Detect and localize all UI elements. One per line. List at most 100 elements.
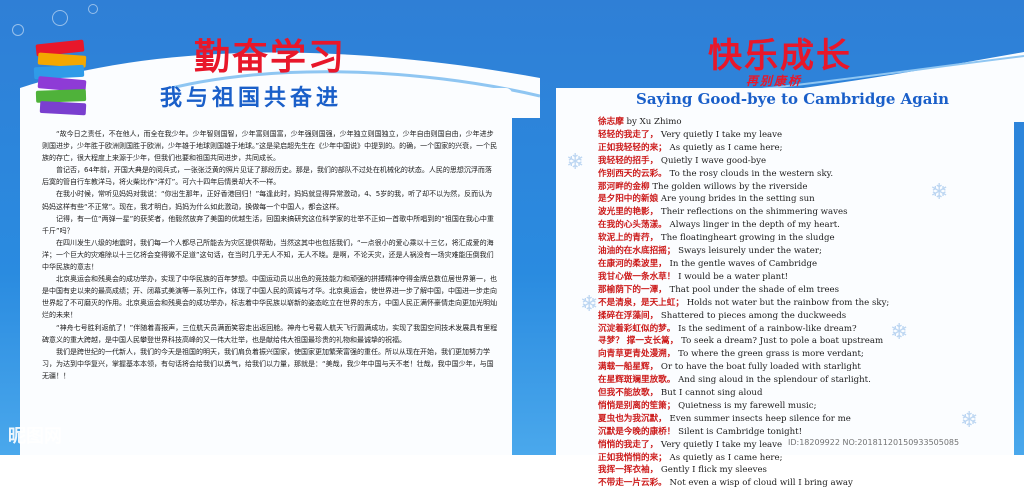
poem-line-en: Sways leisurely under the water; — [678, 246, 822, 257]
poem-line: 沉淀着彩虹似的梦。 Is the sediment of a rainbow-l… — [598, 323, 998, 336]
poem-line: 在星辉斑斓里放歌。 And sing aloud in the splendou… — [598, 374, 998, 387]
article-paragraph: “神舟七号胜利返航了！”伴随着喜报声，三位航天员满面笑容走出返回舱。神舟七号载人… — [42, 323, 498, 344]
poem-line-en: Silent is Cambridge tonight! — [678, 426, 803, 437]
poem-line: 揉碎在浮藻间， Shattered to pieces among the du… — [598, 310, 998, 323]
article-paragraph: 在四川发生八级的地震时，我们每一个人都尽己所能去为灾区提供帮助，当然这其中也包括… — [42, 238, 494, 272]
poem-line-en: Are young brides in the setting sun — [660, 194, 815, 205]
poem-line: 但我不能放歌， But I cannot sing aloud — [598, 387, 998, 400]
poem-line-cn: 我甘心做一条水草！ — [598, 271, 676, 282]
poem-line-en: Gently I flick my sleeves — [660, 465, 767, 476]
left-subtitle: 我与祖国共奋进 — [160, 85, 343, 111]
poem-line-en: Quietly I wave good-bye — [660, 155, 767, 166]
poem-line-cn: 满载一船星辉， — [598, 362, 659, 373]
poem-line: 波光里的艳影， Their reflections on the shimmer… — [598, 206, 998, 219]
poem-line: 是夕阳中的新娘 Are young brides in the setting … — [598, 193, 998, 206]
poem-line-en: Their reflections on the shimmering wave… — [660, 207, 848, 218]
poem-line-en: Always linger in the depth of my heart. — [669, 220, 840, 231]
poem-line: 满载一船星辉， Or to have the boat fully loaded… — [598, 361, 998, 374]
article-paragraph: 北京奥运会和残奥会的成功举办，实现了中华民族的百年梦想。中国运动员以出色的竞技能… — [42, 275, 497, 320]
poem-line: 我挥一挥衣袖， Gently I flick my sleeves — [598, 464, 998, 477]
poem-line: 油油的在水底招摇； Sways leisurely under the wate… — [598, 245, 998, 258]
poem-line: 那榆荫下的一潭， That pool under the shade of el… — [598, 284, 998, 297]
poem-line: 在康河的柔波里， In the gentle waves of Cambridg… — [598, 258, 998, 271]
poem-line-cn: 正如我悄悄的来； — [598, 452, 667, 463]
poem-line-en: To where the green grass is more verdant… — [678, 349, 864, 360]
poem-line-cn: 在星辉斑斓里放歌。 — [598, 375, 676, 386]
poem-line-cn: 沉淀着彩虹似的梦。 — [598, 323, 676, 334]
poem-line-en: As quietly as I came here; — [669, 142, 783, 153]
poem-line-en: In the gentle waves of Cambridge — [669, 258, 818, 269]
poem-line-en: I would be a water plant! — [678, 271, 789, 282]
poem-line-cn: 揉碎在浮藻间， — [598, 310, 659, 321]
poem-line-cn: 波光里的艳影， — [598, 207, 659, 218]
snowflake-icon: ❄ — [580, 292, 599, 317]
poem-line-cn: 软泥上的青荇， — [598, 233, 659, 244]
poem-line: 作别西天的云彩。 To the rosy clouds in the weste… — [598, 168, 998, 181]
poem-line-en: To seek a dream? Just to pole a boat ups… — [681, 336, 884, 347]
poem-line-en: Very quietly I take my leave — [660, 439, 783, 450]
poem-line: 那河畔的金柳 The golden willows by the riversi… — [598, 181, 998, 194]
snowflake-icon: ❄ — [566, 150, 585, 175]
poem-line-cn: 是夕阳中的新娘 — [598, 194, 659, 205]
poem-line: 向青草更青处漫溯， To where the green grass is mo… — [598, 348, 998, 361]
poem-line-cn: 沉默是今晚的康桥！ — [598, 426, 676, 437]
poem-line-cn: 夏虫也为我沉默， — [598, 413, 667, 424]
poem-line-cn: 不是清泉，是天上虹； — [598, 297, 684, 308]
poem-line: 夏虫也为我沉默， Even summer insects heep silenc… — [598, 413, 998, 426]
poem-line-cn: 向青草更青处漫溯， — [598, 349, 676, 360]
watermark-id: ID:18209922 NO:20181120150933505085 — [788, 438, 960, 447]
poem-author: 徐志摩 by Xu Zhimo — [598, 117, 682, 127]
poem-body: 徐志摩 by Xu Zhimo 轻轻的我走了， Very quietly I t… — [598, 116, 998, 490]
poem-line-en: To the rosy clouds in the western sky. — [669, 168, 834, 179]
poem-line-cn: 作别西天的云彩。 — [598, 168, 667, 179]
poem-line: 正如我悄悄的来； As quietly as I came here; — [598, 452, 998, 465]
poem-line-en: Or to have the boat fully loaded with st… — [660, 362, 861, 373]
article-paragraph: 在我小时候，常听见妈妈对我说：“你出生那年，正好香港回归！”每逢此时，妈妈就显得… — [42, 190, 493, 211]
article-paragraph: 我们是跨世纪的一代新人，我们的今天是祖国的明天，我们肩负着振兴国家，使国家更加繁… — [42, 347, 494, 380]
poem-line: 寻梦？ 撑一支长篙， To seek a dream? Just to pole… — [598, 335, 998, 348]
article-paragraph: 曾记否，64年前，开国大典是的阅兵式，一张张泛黄的照片见证了那段历史。那是，我们… — [42, 166, 492, 187]
poem-line-en: The golden willows by the riverside — [652, 181, 808, 192]
poem-line-en: As quietly as I came here; — [669, 452, 783, 463]
poem-line-en: Not even a wisp of cloud will I bring aw… — [669, 478, 853, 489]
poem-line-cn: 那河畔的金柳 — [598, 181, 650, 192]
poem-title: Saying Good-bye to Cambridge Again — [636, 90, 950, 108]
poem-line: 悄悄是别离的笙箫； Quietness is my farewell music… — [598, 400, 998, 413]
bubble-decoration — [52, 10, 68, 26]
watermark-logo: 昵图网 — [8, 426, 62, 447]
poem-line: 不是清泉，是天上虹； Holds not water but the rainb… — [598, 297, 998, 310]
poem-line-cn: 不带走一片云彩。 — [598, 478, 667, 489]
poem-line-en: Holds not water but the rainbow from the… — [686, 297, 890, 308]
poem-line-en: Very quietly I take my leave — [660, 129, 783, 140]
poem-line: 软泥上的青荇， The floatingheart growing in the… — [598, 232, 998, 245]
poem-line-cn: 寻梦？ 撑一支长篙， — [598, 336, 679, 347]
poem-line-en: The floatingheart growing in the sludge — [660, 233, 835, 244]
poem-line-cn: 油油的在水底招摇； — [598, 246, 676, 257]
poem-line-cn: 我挥一挥衣袖， — [598, 465, 659, 476]
poem-line: 我轻轻的招手， Quietly I wave good-bye — [598, 155, 998, 168]
poem-line: 在我的心头荡漾。 Always linger in the depth of m… — [598, 219, 998, 232]
books-icon — [33, 39, 87, 116]
poem-line-cn: 轻轻的我走了， — [598, 129, 659, 140]
poem-line-en: Is the sediment of a rainbow-like dream? — [678, 323, 857, 334]
poem-line: 轻轻的我走了， Very quietly I take my leave — [598, 129, 998, 142]
poem-line-cn: 我轻轻的招手， — [598, 155, 659, 166]
poem-line-en: Quietness is my farewell music; — [678, 400, 817, 411]
poem-line-en: But I cannot sing aloud — [660, 388, 763, 399]
article-body: “故今日之责任，不在他人，而全在我少年。少年智则国智，少年富则国富，少年强则国强… — [42, 128, 498, 382]
poem-line: 不带走一片云彩。 Not even a wisp of cloud will I… — [598, 477, 998, 490]
poem-line-cn: 在我的心头荡漾。 — [598, 220, 667, 231]
left-title: 勤奋学习 — [194, 37, 347, 78]
poem-line-en: Even summer insects heep silence for me — [669, 413, 851, 424]
poem-line-en: And sing aloud in the splendour of starl… — [678, 375, 871, 386]
poem-line: 我甘心做一条水草！ I would be a water plant! — [598, 271, 998, 284]
article-paragraph: “故今日之责任，不在他人，而全在我少年。少年智则国智，少年富则国富，少年强则国强… — [42, 130, 498, 163]
poem-line: 正如我轻轻的来； As quietly as I came here; — [598, 142, 998, 155]
right-title: 快乐成长 — [708, 36, 852, 76]
poem-line-cn: 正如我轻轻的来； — [598, 142, 667, 153]
bubble-decoration — [12, 24, 24, 36]
bubble-decoration — [88, 4, 98, 14]
poem-line-cn: 悄悄的我走了， — [598, 439, 659, 450]
poem-line-cn: 在康河的柔波里， — [598, 258, 667, 269]
poem-line-cn: 悄悄是别离的笙箫； — [598, 400, 676, 411]
